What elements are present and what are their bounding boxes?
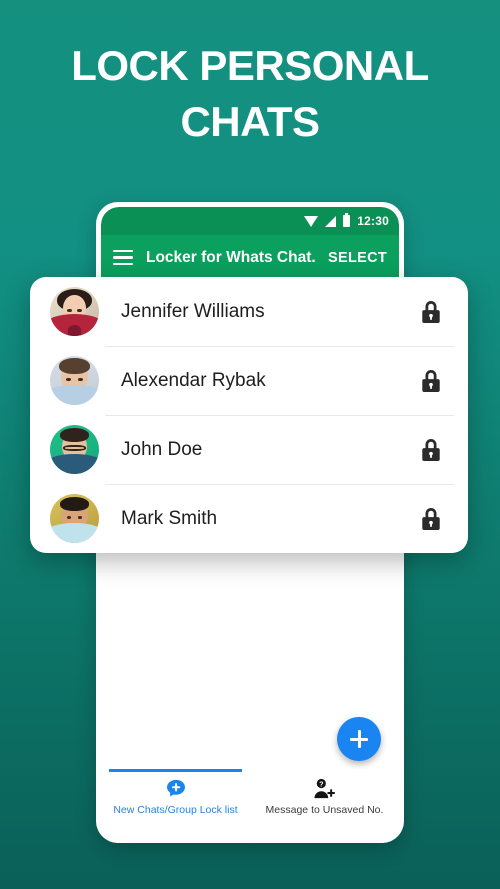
lock-icon[interactable]	[420, 368, 442, 394]
table-row[interactable]: Mark Smith	[30, 484, 468, 553]
signal-icon	[325, 215, 337, 227]
bottom-navigation: New Chats/Group Lock list ? Message to U…	[101, 769, 399, 843]
avatar	[50, 425, 99, 474]
hamburger-menu-icon[interactable]	[113, 249, 133, 266]
app-bar: Locker for Whats Chat... SELECT	[101, 235, 399, 280]
bottom-nav-item-new-chats[interactable]: New Chats/Group Lock list	[101, 769, 250, 843]
page-title-line1: LOCK PERSONAL	[71, 42, 429, 89]
contact-name: John Doe	[121, 438, 203, 460]
wifi-icon	[304, 215, 319, 227]
locked-chats-overlay-card: Jennifer Williams Alexendar Rybak John D…	[30, 277, 468, 553]
status-bar: 12:30	[101, 207, 399, 235]
add-fab-button[interactable]	[337, 717, 381, 761]
page-title: LOCK PERSONAL CHATS	[0, 38, 500, 150]
table-row[interactable]: Jennifer Williams	[30, 277, 468, 346]
unknown-contact-add-icon: ?	[313, 778, 337, 800]
avatar	[50, 356, 99, 405]
bottom-nav-label: New Chats/Group Lock list	[113, 804, 238, 816]
table-row[interactable]: John Doe	[30, 415, 468, 484]
avatar	[50, 494, 99, 543]
lock-icon[interactable]	[420, 299, 442, 325]
lock-icon[interactable]	[420, 437, 442, 463]
lock-icon[interactable]	[420, 506, 442, 532]
bottom-nav-item-unsaved-message[interactable]: ? Message to Unsaved No.	[250, 769, 399, 843]
new-chat-plus-icon	[165, 778, 187, 800]
select-button[interactable]: SELECT	[328, 250, 387, 266]
table-row[interactable]: Alexendar Rybak	[30, 346, 468, 415]
plus-icon	[349, 729, 369, 749]
svg-text:?: ?	[319, 779, 324, 788]
bottom-nav-label: Message to Unsaved No.	[265, 804, 384, 816]
app-bar-title: Locker for Whats Chat...	[146, 248, 315, 266]
contact-name: Jennifer Williams	[121, 300, 265, 322]
contact-name: Alexendar Rybak	[121, 369, 266, 391]
avatar	[50, 287, 99, 336]
battery-icon	[343, 213, 351, 227]
page-title-line2: CHATS	[180, 98, 320, 145]
contact-name: Mark Smith	[121, 507, 218, 529]
status-bar-time: 12:30	[357, 214, 389, 228]
